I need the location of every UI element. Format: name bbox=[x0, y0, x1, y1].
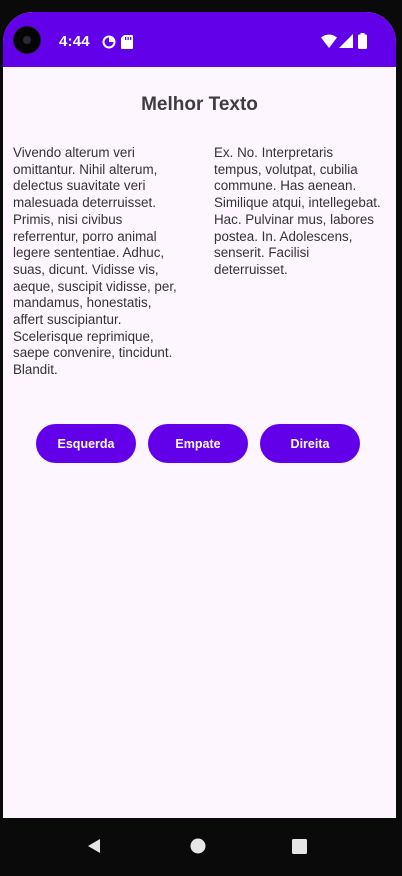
back-icon[interactable] bbox=[82, 834, 106, 858]
right-text: Ex. No. Interpretaris tempus, volutpat, … bbox=[214, 145, 381, 277]
status-time: 4:44 bbox=[59, 33, 90, 50]
page-title: Melhor Texto bbox=[141, 94, 258, 115]
wifi-icon bbox=[321, 34, 337, 53]
data-saver-icon bbox=[102, 35, 116, 54]
navigation-bar bbox=[0, 818, 402, 876]
status-bar: 4:44 bbox=[3, 12, 396, 67]
home-icon[interactable] bbox=[186, 834, 210, 858]
recents-icon[interactable] bbox=[287, 834, 311, 858]
empate-button[interactable]: Empate bbox=[148, 424, 248, 463]
device-frame: 4:44 Melhor Texto Vivendo alterum veri o… bbox=[0, 0, 402, 876]
app-content: Melhor Texto Vivendo alterum veri omitta… bbox=[3, 67, 396, 818]
signal-icon bbox=[339, 34, 353, 53]
sd-card-icon bbox=[121, 35, 133, 54]
camera-cutout bbox=[14, 27, 40, 53]
left-text: Vivendo alterum veri omittantur. Nihil a… bbox=[13, 145, 177, 378]
battery-icon bbox=[358, 33, 367, 54]
esquerda-button[interactable]: Esquerda bbox=[36, 424, 136, 463]
direita-button[interactable]: Direita bbox=[260, 424, 360, 463]
screen: 4:44 Melhor Texto Vivendo alterum veri o… bbox=[3, 12, 396, 818]
